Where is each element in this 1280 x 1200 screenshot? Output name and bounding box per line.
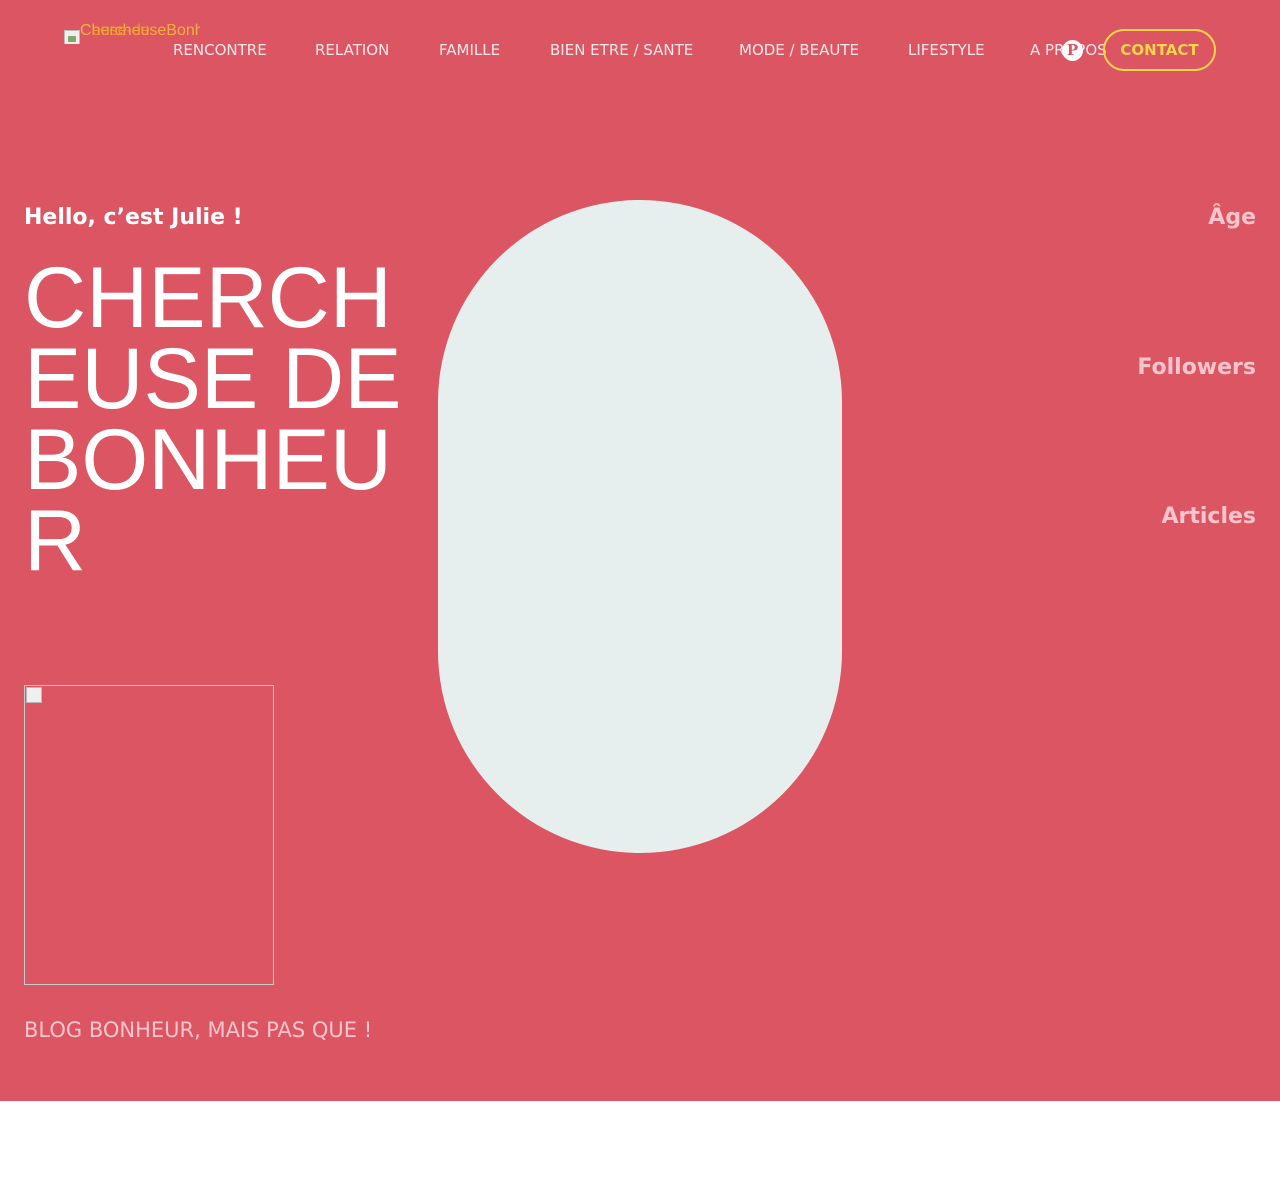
hero-greeting: Hello, c’est Julie !: [24, 205, 243, 230]
stat-age-label: Âge: [1208, 205, 1256, 230]
broken-image-icon: [26, 687, 42, 703]
stat-articles-label: Articles: [1161, 504, 1256, 529]
nav-item-mode-beaute[interactable]: MODE / BEAUTE: [739, 38, 859, 62]
nav-item-famille[interactable]: FAMILLE: [439, 38, 500, 62]
contact-button[interactable]: CONTACT: [1103, 29, 1216, 71]
nav-item-relation[interactable]: RELATION: [315, 38, 389, 62]
nav-item-lifestyle[interactable]: LIFESTYLE: [908, 38, 985, 62]
broken-image-icon: [64, 30, 80, 44]
pinterest-icon[interactable]: P: [1062, 40, 1083, 61]
nav-item-bien-etre-sante[interactable]: BIEN ETRE / SANTE: [550, 38, 693, 62]
hero-tagline: BLOG BONHEUR, MAIS PAS QUE !: [24, 1018, 373, 1042]
hero-image-placeholder: [24, 685, 274, 985]
hero-section: ChercheuseBonh euse-de RENCONTRE RELATIO…: [0, 0, 1280, 1101]
hero-portrait-pill: [438, 200, 842, 853]
logo-alt-text-overlay: euse-de: [92, 22, 150, 39]
stat-followers-label: Followers: [1137, 355, 1256, 380]
hero-title: CHERCHEUSE DE BONHEUR: [24, 250, 402, 589]
nav-item-rencontre[interactable]: RENCONTRE: [173, 38, 267, 62]
